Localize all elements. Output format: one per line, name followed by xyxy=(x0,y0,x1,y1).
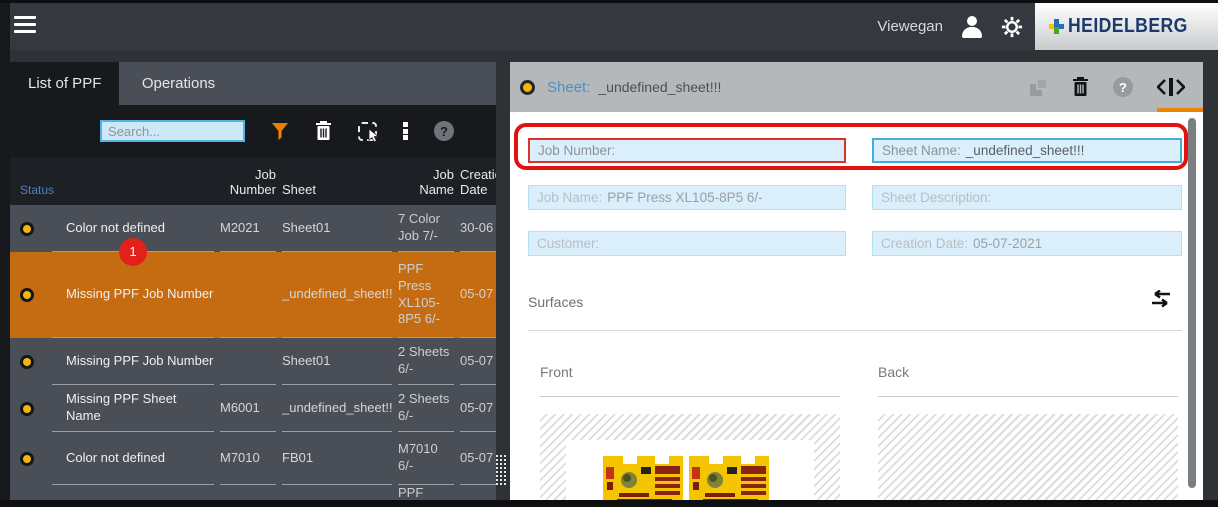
surfaces-divider xyxy=(528,330,1182,331)
customer-field: Customer: xyxy=(528,231,846,256)
back-label-underline xyxy=(878,396,1178,397)
more-options-icon[interactable] xyxy=(403,121,408,142)
heidelberg-plus-icon xyxy=(1049,19,1064,34)
list-toolbar: ? xyxy=(10,105,496,157)
front-artwork-thumbnail xyxy=(603,453,769,500)
filter-funnel-icon[interactable] xyxy=(271,122,289,141)
creation-date-field: Creation Date: 05-07-2021 xyxy=(872,231,1182,256)
left-tabbar: List of PPF Operations xyxy=(10,62,496,105)
marquee-select-icon[interactable] xyxy=(358,122,377,141)
status-dot-warning xyxy=(20,402,34,416)
sheet-name-field[interactable]: Sheet Name: _undefined_sheet!!! xyxy=(872,138,1182,163)
column-header-job-name[interactable]: Job Name xyxy=(398,167,454,197)
status-dot-warning xyxy=(520,80,535,95)
user-name-label[interactable]: Viewegan xyxy=(877,18,943,35)
user-cluster: Viewegan xyxy=(877,3,1023,50)
front-label-underline xyxy=(540,396,840,397)
swap-surfaces-icon[interactable] xyxy=(1148,290,1170,308)
table-row[interactable]: Missing PPF Sheet Name M6001 _undefined_… xyxy=(10,385,496,432)
back-surface-label: Back xyxy=(878,364,909,380)
table-row[interactable]: Color not defined M2021 Sheet01 7 Color … xyxy=(10,205,496,252)
expand-collapse-icon[interactable] xyxy=(1157,78,1185,96)
delete-trash-icon[interactable] xyxy=(1072,77,1089,97)
status-dot-warning xyxy=(20,452,34,466)
sheet-detail-body: Job Number: Sheet Name: _undefined_sheet… xyxy=(510,112,1203,500)
status-dot-warning xyxy=(20,355,34,369)
sheet-title-value: _undefined_sheet!!! xyxy=(598,79,721,95)
table-row-selected[interactable]: 1 Missing PPF Job Number _undefined_shee… xyxy=(10,252,496,338)
sheet-description-field: Sheet Description: xyxy=(872,185,1182,210)
vertical-scrollbar-thumb[interactable] xyxy=(1188,118,1196,488)
settings-gear-icon[interactable] xyxy=(1001,16,1023,38)
table-header: Status Job Number Sheet Job Name Creatio… xyxy=(10,157,496,205)
window-left-border xyxy=(0,3,10,500)
back-surface-preview[interactable] xyxy=(878,414,1178,500)
column-header-status[interactable]: Status xyxy=(10,183,214,197)
menu-hamburger-icon[interactable] xyxy=(14,16,36,33)
delete-trash-icon[interactable] xyxy=(315,121,332,141)
duplicate-icon[interactable] xyxy=(1030,78,1048,96)
heidelberg-logo: HEIDELBERG xyxy=(1035,3,1218,50)
front-surface-preview[interactable] xyxy=(540,414,840,500)
sheet-detail-header: Sheet: _undefined_sheet!!! ? xyxy=(510,62,1203,112)
status-dot-warning xyxy=(20,222,34,236)
job-name-field: Job Name: PPF Press XL105-8P5 6/- xyxy=(528,185,846,210)
column-header-sheet[interactable]: Sheet xyxy=(282,182,392,197)
user-icon[interactable] xyxy=(961,16,983,38)
help-icon[interactable]: ? xyxy=(434,121,454,141)
column-header-job-number[interactable]: Job Number xyxy=(220,167,276,197)
heidelberg-logo-text: HEIDELBERG xyxy=(1068,15,1188,38)
tab-list-of-ppf[interactable]: List of PPF xyxy=(10,62,119,105)
tab-operations[interactable]: Operations xyxy=(124,62,233,105)
table-row[interactable]: Missing PPF Job Number Sheet01 2 Sheets … xyxy=(10,338,496,385)
table-row-partial[interactable]: PPF xyxy=(10,485,496,500)
sheet-title-label: Sheet: xyxy=(547,79,590,96)
table-body: Color not defined M2021 Sheet01 7 Color … xyxy=(10,205,496,500)
sheet-detail-panel: Sheet: _undefined_sheet!!! ? Job Number:… xyxy=(510,62,1203,500)
annotation-step-badge: 1 xyxy=(119,238,147,266)
panel-resize-grip[interactable] xyxy=(496,452,506,488)
help-icon[interactable]: ? xyxy=(1113,77,1133,97)
table-row[interactable]: Color not defined M7010 FB01 M7010 6/- 0… xyxy=(10,432,496,485)
window-bottom-border xyxy=(0,500,1218,507)
surfaces-section-title: Surfaces xyxy=(528,294,583,310)
column-header-creation-date[interactable]: Creation Date xyxy=(460,167,496,197)
ppf-list-panel: List of PPF Operations ? Status Job Numb… xyxy=(10,62,496,500)
status-dot-warning xyxy=(20,288,34,302)
front-surface-label: Front xyxy=(540,364,573,380)
job-number-field[interactable]: Job Number: xyxy=(528,138,846,163)
search-input[interactable] xyxy=(100,120,245,142)
